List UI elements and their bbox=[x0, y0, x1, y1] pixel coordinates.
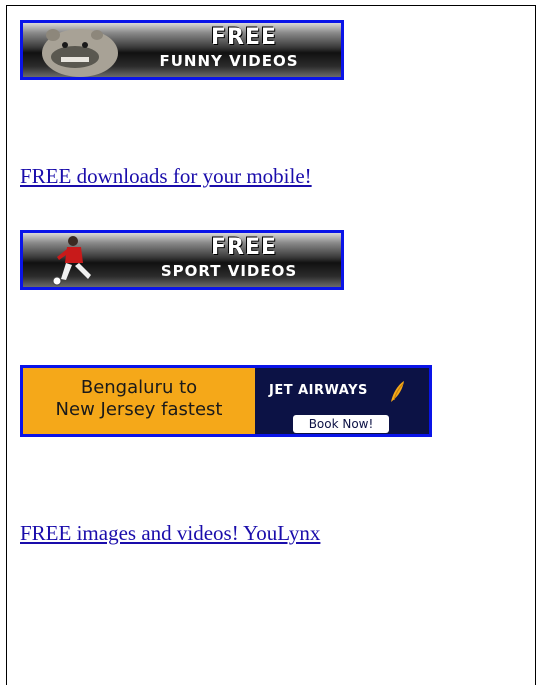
jet-airways-logo-icon bbox=[391, 381, 404, 402]
hippo-mascot-icon bbox=[42, 29, 118, 77]
banner-title: FREE bbox=[210, 235, 278, 260]
ad-tagline: Bengaluru to New Jersey fastest bbox=[23, 368, 255, 434]
banner-title: FREE bbox=[210, 25, 278, 50]
page-frame bbox=[6, 5, 536, 685]
banner-subtitle: SPORT VIDEOS bbox=[160, 262, 298, 280]
sport-videos-banner[interactable]: FREE SPORT VIDEOS bbox=[20, 230, 344, 290]
ad-tagline-line2: New Jersey fastest bbox=[55, 399, 223, 420]
banner-subtitle: FUNNY VIDEOS bbox=[159, 52, 299, 70]
book-now-button[interactable]: Book Now! bbox=[293, 415, 389, 433]
mobile-downloads-link[interactable]: FREE downloads for your mobile! bbox=[20, 164, 312, 189]
soccer-player-icon bbox=[52, 236, 91, 286]
youlynx-link[interactable]: FREE images and videos! YouLynx bbox=[20, 521, 320, 546]
ad-tagline-line1: Bengaluru to bbox=[80, 377, 198, 398]
airline-brand-name: JET AIRWAYS bbox=[269, 383, 368, 398]
ad-brand-panel: JET AIRWAYS Book Now! bbox=[255, 368, 429, 434]
jet-airways-ad[interactable]: Bengaluru to New Jersey fastest JET AIRW… bbox=[20, 365, 432, 437]
funny-videos-banner[interactable]: FREE FUNNY VIDEOS bbox=[20, 20, 344, 80]
